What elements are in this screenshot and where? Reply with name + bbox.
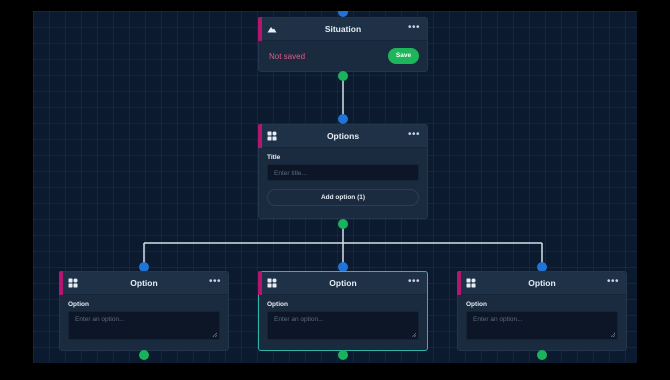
- situation-output-port[interactable]: [338, 71, 348, 81]
- situation-node[interactable]: Situation ••• Not saved Save: [258, 17, 428, 72]
- option-field-label: Option: [68, 301, 89, 308]
- add-option-button[interactable]: Add option (1): [267, 189, 419, 206]
- node-accent: [258, 271, 262, 295]
- option-node-title: Option: [329, 278, 357, 288]
- option-2-output-port[interactable]: [338, 350, 348, 360]
- option-node-title: Option: [528, 278, 556, 288]
- options-input-port[interactable]: [338, 114, 348, 124]
- more-options-icon[interactable]: •••: [209, 276, 221, 288]
- blocks-icon: [267, 131, 277, 141]
- option-field-label: Option: [466, 301, 487, 308]
- option-textarea[interactable]: Enter an option...: [68, 311, 220, 340]
- option-1-output-port[interactable]: [139, 350, 149, 360]
- save-status: Not saved: [269, 51, 306, 61]
- mountain-icon: [267, 27, 277, 33]
- more-options-icon[interactable]: •••: [408, 276, 420, 288]
- situation-node-header[interactable]: Situation •••: [258, 17, 427, 41]
- option-node-title: Option: [130, 278, 158, 288]
- situation-node-title: Situation: [324, 24, 362, 34]
- option-node-header[interactable]: Option •••: [258, 271, 427, 295]
- option-node-3[interactable]: Option ••• Option Enter an option...: [457, 271, 627, 351]
- node-accent: [59, 271, 63, 295]
- options-output-port[interactable]: [338, 219, 348, 229]
- save-button[interactable]: Save: [388, 48, 419, 64]
- options-node-header[interactable]: Options •••: [258, 124, 427, 148]
- option-textarea[interactable]: Enter an option...: [267, 311, 419, 340]
- option-textarea[interactable]: Enter an option...: [466, 311, 618, 340]
- option-3-output-port[interactable]: [537, 350, 547, 360]
- blocks-icon: [466, 278, 476, 288]
- blocks-icon: [267, 278, 277, 288]
- option-node-header[interactable]: Option •••: [59, 271, 228, 295]
- more-options-icon[interactable]: •••: [607, 276, 619, 288]
- options-node[interactable]: Options ••• Title Enter title... Add opt…: [258, 124, 428, 219]
- more-options-icon[interactable]: •••: [408, 22, 420, 34]
- resize-handle-icon[interactable]: [610, 332, 615, 337]
- resize-handle-icon[interactable]: [411, 332, 416, 337]
- option-placeholder: Enter an option...: [75, 316, 125, 323]
- flow-canvas[interactable]: Situation ••• Not saved Save Options •••…: [33, 11, 637, 363]
- more-options-icon[interactable]: •••: [408, 129, 420, 141]
- title-field-label: Title: [267, 154, 281, 161]
- option-field-label: Option: [267, 301, 288, 308]
- option-placeholder: Enter an option...: [473, 316, 523, 323]
- option-node-2[interactable]: Option ••• Option Enter an option...: [258, 271, 428, 351]
- node-accent: [258, 124, 262, 148]
- blocks-icon: [68, 278, 78, 288]
- option-node-1[interactable]: Option ••• Option Enter an option...: [59, 271, 229, 351]
- title-input[interactable]: Enter title...: [267, 164, 419, 181]
- option-placeholder: Enter an option...: [274, 316, 324, 323]
- node-accent: [258, 17, 262, 41]
- option-node-header[interactable]: Option •••: [457, 271, 626, 295]
- resize-handle-icon[interactable]: [212, 332, 217, 337]
- options-node-title: Options: [326, 131, 360, 141]
- node-accent: [457, 271, 461, 295]
